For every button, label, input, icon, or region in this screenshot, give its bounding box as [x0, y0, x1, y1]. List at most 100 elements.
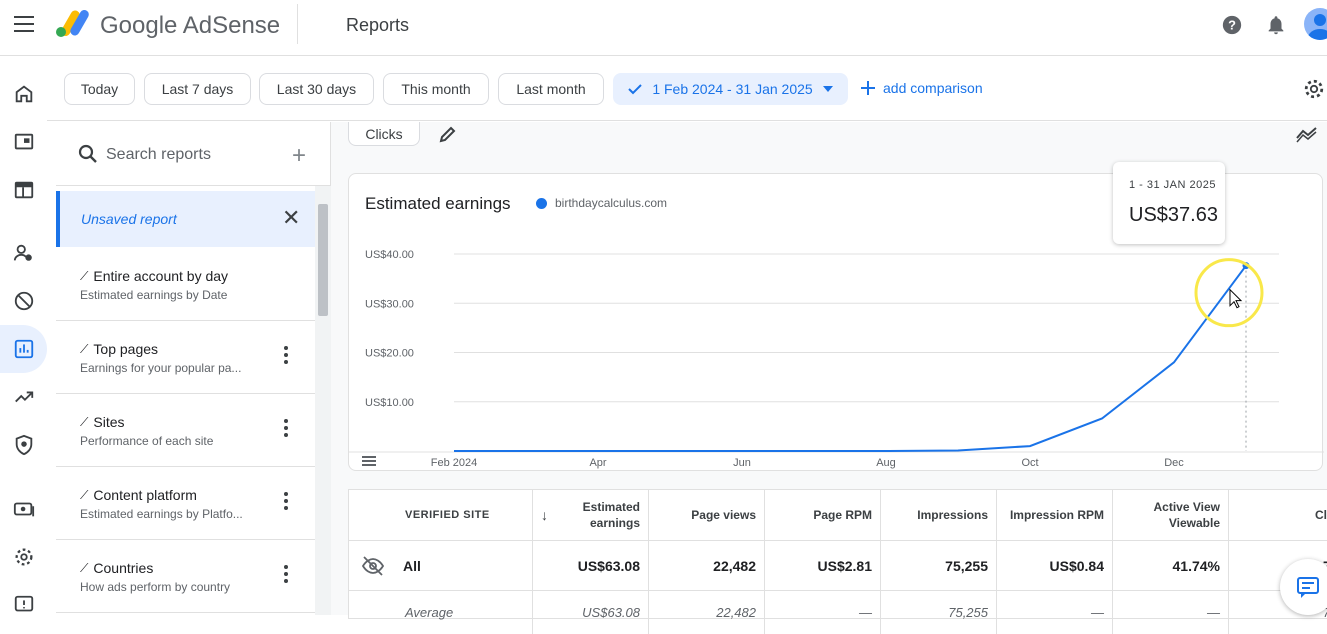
check-icon	[628, 84, 643, 95]
col-header-page-views[interactable]: Page views	[649, 490, 765, 540]
nav-home[interactable]	[0, 70, 47, 118]
chip-this-month[interactable]: This month	[383, 73, 489, 105]
add-comparison-label: add comparison	[883, 80, 983, 96]
page-title: Reports	[346, 15, 410, 35]
dropdown-arrow-icon	[822, 86, 833, 92]
table-row-average: Average US$63.08 22,482 — 75,255 — — 73	[349, 590, 1327, 634]
cell-impression-rpm: US$0.84	[997, 541, 1113, 590]
col-header-estimated-earnings[interactable]: ↓ Estimated earnings	[533, 490, 649, 540]
product-name: Google AdSense	[100, 12, 281, 39]
report-title: Entire account by day	[93, 268, 229, 284]
table-row-all[interactable]: All US$63.08 22,482 US$2.81 75,255 US$0.…	[349, 540, 1327, 590]
nav-blocking-controls[interactable]	[0, 277, 47, 325]
legend-toggle-icon[interactable]	[362, 456, 376, 466]
cursor-highlight-ring	[1194, 258, 1264, 328]
report-sites[interactable]: ⟋ Sites Performance of each site	[56, 394, 315, 467]
row-site-name: Average	[349, 591, 533, 634]
reports-sidebar: Search reports + Unsaved report ✕ ⟋ Entir…	[56, 122, 331, 615]
spark-trend-icon: ⟋	[80, 487, 89, 502]
nav-settings[interactable]	[0, 533, 47, 581]
nav-reports[interactable]	[0, 325, 47, 373]
col-header-verified-site[interactable]: VERIFIED SITE	[349, 490, 533, 540]
add-comparison-button[interactable]: add comparison	[861, 80, 983, 96]
nav-privacy-messaging[interactable]	[0, 229, 47, 277]
nav-payments[interactable]	[0, 485, 47, 533]
report-title: Sites	[93, 414, 125, 430]
unsaved-report-item[interactable]: Unsaved report ✕	[56, 191, 315, 247]
trending-up-icon	[14, 391, 33, 403]
col-header-page-rpm[interactable]: Page RPM	[765, 490, 881, 540]
report-top-pages[interactable]: ⟋ Top pages Earnings for your popular pa.…	[56, 321, 315, 394]
col-header-impression-rpm[interactable]: Impression RPM	[997, 490, 1113, 540]
chip-last-month[interactable]: Last month	[498, 73, 604, 105]
col-header-label: Estimated earnings	[582, 500, 640, 530]
y-tick-label: US$10.00	[365, 397, 414, 409]
main-menu-icon[interactable]	[14, 16, 34, 32]
block-icon	[14, 291, 33, 311]
avatar-person-icon	[1308, 14, 1327, 40]
col-header-clicks[interactable]: Click	[1229, 490, 1327, 540]
shield-icon	[15, 434, 32, 456]
row-site-name: All	[403, 557, 421, 574]
report-settings-gear-icon[interactable]	[1303, 78, 1325, 100]
report-title: Countries	[93, 560, 154, 576]
home-icon	[15, 85, 32, 103]
new-report-plus-icon[interactable]: +	[292, 142, 306, 170]
gear-icon	[15, 548, 32, 566]
cell-impression-rpm: —	[997, 591, 1113, 634]
y-tick-label: US$20.00	[365, 348, 414, 360]
nav-sites[interactable]	[0, 166, 47, 214]
more-vert-icon[interactable]	[284, 565, 288, 586]
chart-type-trend-icon[interactable]	[1296, 124, 1318, 144]
visibility-off-icon[interactable]	[361, 555, 385, 576]
col-header-active-view-viewable[interactable]: Active View Viewable	[1113, 490, 1229, 540]
chip-last-30-days[interactable]: Last 30 days	[259, 73, 374, 105]
chip-today[interactable]: Today	[64, 73, 135, 105]
account-avatar[interactable]	[1304, 8, 1327, 40]
mouse-cursor-icon	[1229, 288, 1243, 309]
nav-ads[interactable]	[0, 118, 47, 166]
spark-trend-icon: ⟋	[80, 414, 89, 429]
ads-icon	[14, 133, 33, 150]
search-placeholder: Search reports	[106, 146, 211, 163]
feedback-icon	[14, 595, 33, 612]
report-subtitle: Estimated earnings by Platfo...	[80, 507, 243, 521]
report-content-platform[interactable]: ⟋ Content platform Estimated earnings by …	[56, 467, 315, 540]
sidebar-scrollbar-thumb[interactable]	[318, 204, 328, 316]
tooltip-value: US$37.63	[1129, 204, 1218, 226]
reports-chart-icon	[14, 339, 33, 359]
metric-chip-clicks[interactable]: Clicks	[348, 122, 420, 146]
spark-trend-icon: ⟋	[80, 560, 89, 575]
more-vert-icon[interactable]	[284, 419, 288, 440]
header-divider	[297, 4, 298, 44]
more-vert-icon[interactable]	[284, 346, 288, 367]
report-main-area: Clicks Estimated earnings birthdaycalcul…	[331, 122, 1327, 634]
feedback-chat-button[interactable]	[1280, 559, 1327, 615]
report-countries[interactable]: ⟋ Countries How ads perform by country	[56, 540, 315, 613]
report-title: Content platform	[93, 487, 197, 503]
cell-active-view-viewable: 41.74%	[1113, 541, 1229, 590]
close-icon[interactable]: ✕	[282, 205, 300, 231]
nav-optimization[interactable]	[0, 373, 47, 421]
results-table: VERIFIED SITE ↓ Estimated earnings Page …	[348, 489, 1327, 634]
plus-icon	[861, 81, 875, 95]
col-header-label: Active View Viewable	[1153, 500, 1220, 530]
col-header-impressions[interactable]: Impressions	[881, 490, 997, 540]
search-icon	[78, 144, 97, 163]
date-range-dropdown[interactable]: 1 Feb 2024 - 31 Jan 2025	[613, 73, 848, 105]
more-vert-icon[interactable]	[284, 492, 288, 513]
search-reports-field[interactable]: Search reports +	[56, 122, 331, 186]
person-settings-icon	[13, 244, 32, 261]
x-tick-label: Feb 2024	[431, 457, 477, 469]
report-subtitle: Earnings for your popular pa...	[80, 361, 242, 375]
help-icon[interactable]: ?	[1221, 14, 1243, 36]
nav-brand-safety[interactable]	[0, 421, 47, 469]
nav-feedback[interactable]	[0, 581, 47, 629]
edit-pencil-icon[interactable]	[438, 124, 458, 144]
chip-last-7-days[interactable]: Last 7 days	[144, 73, 251, 105]
x-tick-label: Dec	[1164, 457, 1184, 469]
x-tick-label: Aug	[876, 457, 896, 469]
notifications-bell-icon[interactable]	[1265, 14, 1287, 36]
report-entire-account-by-day[interactable]: ⟋ Entire account by day Estimated earning…	[56, 248, 315, 321]
report-title: Top pages	[93, 341, 159, 357]
